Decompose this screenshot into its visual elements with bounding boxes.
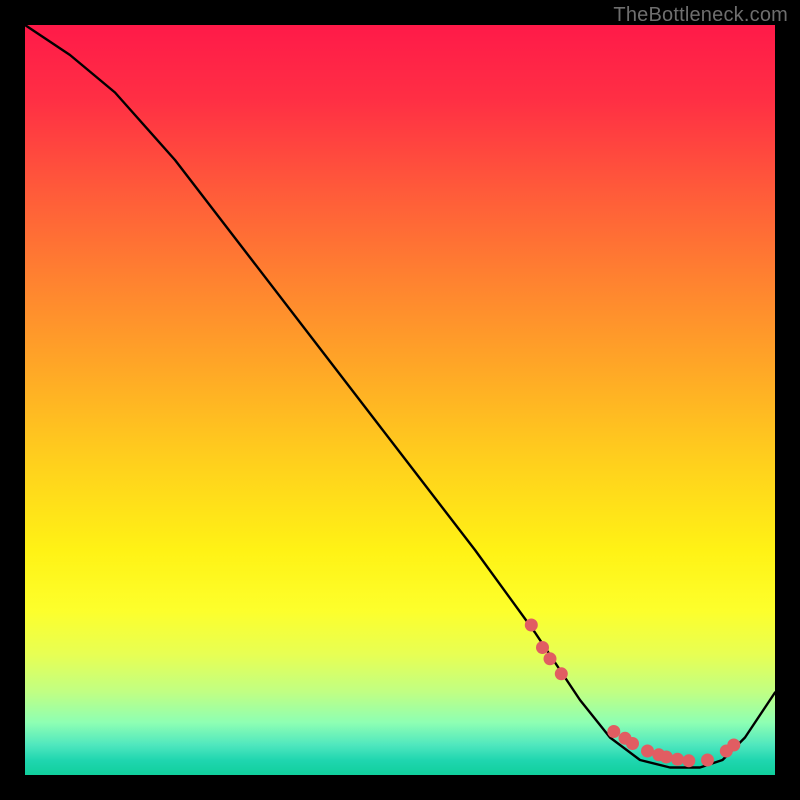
plot-area	[25, 25, 775, 775]
marker-dot	[701, 754, 714, 767]
marker-dot	[641, 745, 654, 758]
marker-dot	[626, 737, 639, 750]
marker-dot	[536, 641, 549, 654]
marker-dot	[671, 753, 684, 766]
marker-dot	[555, 667, 568, 680]
bottleneck-curve	[25, 25, 775, 768]
marker-dot	[525, 619, 538, 632]
marker-group	[525, 619, 741, 768]
chart-svg	[25, 25, 775, 775]
marker-dot	[607, 725, 620, 738]
watermark-text: TheBottleneck.com	[613, 4, 788, 27]
marker-dot	[682, 754, 695, 767]
marker-dot	[727, 739, 740, 752]
chart-frame: TheBottleneck.com	[0, 0, 800, 800]
marker-dot	[660, 751, 673, 764]
marker-dot	[544, 652, 557, 665]
